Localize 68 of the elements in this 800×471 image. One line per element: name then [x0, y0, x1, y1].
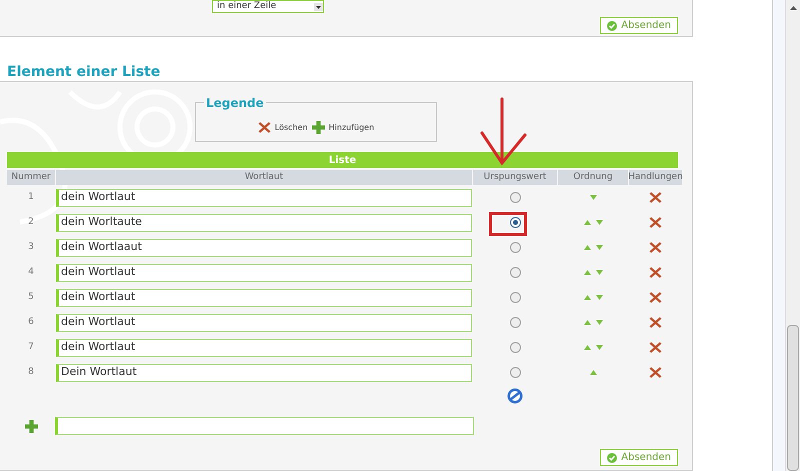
- dropdown-arrow-icon[interactable]: [314, 2, 323, 10]
- reset-icon[interactable]: [507, 388, 523, 404]
- row-number: 5: [27, 290, 35, 304]
- row-number: 1: [27, 190, 35, 204]
- delete-icon[interactable]: [649, 216, 662, 229]
- move-down-icon[interactable]: [596, 220, 602, 225]
- plus-icon: [312, 121, 325, 134]
- delete-icon[interactable]: [649, 366, 662, 379]
- row-number: 2: [27, 216, 35, 229]
- text-input[interactable]: dein Wortlaaut: [56, 238, 472, 256]
- check-circle-icon: [607, 20, 618, 30]
- default-radio[interactable]: [510, 267, 520, 278]
- delete-icon[interactable]: [649, 266, 662, 279]
- row-number: 7: [27, 340, 35, 354]
- scroll-thumb[interactable]: [787, 325, 799, 471]
- column-header: Nummer: [7, 170, 55, 185]
- text-input[interactable]: Dein Wortlaut: [56, 364, 472, 382]
- move-down-icon[interactable]: [596, 245, 602, 250]
- text-input[interactable]: dein Wortlaut: [56, 264, 472, 282]
- legend-delete-label: Löschen: [274, 122, 308, 134]
- default-radio[interactable]: [510, 342, 520, 353]
- table-title-bar: Liste: [7, 152, 678, 168]
- delete-icon: [258, 121, 271, 134]
- move-up-icon[interactable]: [584, 320, 590, 325]
- move-down-icon[interactable]: [596, 345, 602, 350]
- layout-select[interactable]: in einer Zeile: [212, 0, 324, 13]
- delete-icon[interactable]: [649, 341, 662, 354]
- text-input[interactable]: dein Wortlaut: [56, 314, 472, 332]
- default-radio[interactable]: [510, 367, 520, 378]
- move-up-icon[interactable]: [584, 345, 590, 350]
- text-input[interactable]: dein Wortlaut: [56, 188, 472, 206]
- default-radio[interactable]: [510, 192, 520, 203]
- scroll-up-arrow-icon[interactable]: [790, 6, 797, 10]
- add-icon[interactable]: [24, 420, 38, 432]
- column-header: Ordnung: [558, 170, 628, 185]
- move-down-icon[interactable]: [596, 320, 602, 325]
- row-number: 8: [27, 366, 35, 379]
- annotation-highlight-box: [489, 212, 527, 236]
- move-up-icon[interactable]: [584, 270, 590, 275]
- text-input[interactable]: dein Worltaute: [56, 214, 472, 232]
- column-header: Wortlaut: [56, 170, 472, 185]
- row-number: 3: [27, 240, 35, 254]
- move-up-icon[interactable]: [584, 220, 590, 225]
- move-down-icon[interactable]: [596, 270, 602, 275]
- move-down-icon[interactable]: [596, 295, 602, 300]
- row-number: 6: [27, 316, 35, 329]
- delete-icon[interactable]: [649, 316, 662, 329]
- new-item-input[interactable]: [55, 417, 474, 435]
- default-radio[interactable]: [510, 242, 520, 253]
- delete-icon[interactable]: [649, 291, 662, 304]
- delete-icon[interactable]: [649, 191, 662, 204]
- default-radio[interactable]: [510, 292, 520, 303]
- move-up-icon[interactable]: [584, 245, 590, 250]
- default-radio[interactable]: [510, 217, 520, 228]
- column-header: Handlungen: [629, 170, 682, 185]
- scrollbar[interactable]: [785, 0, 800, 471]
- move-up-icon[interactable]: [590, 370, 596, 375]
- delete-icon[interactable]: [649, 241, 662, 254]
- move-up-icon[interactable]: [584, 295, 590, 300]
- row-number: 4: [27, 266, 35, 279]
- legend-add-label: Hinzufügen: [328, 122, 374, 134]
- text-input[interactable]: dein Wortlaut: [56, 288, 472, 306]
- text-input[interactable]: dein Wortlaut: [56, 338, 472, 356]
- annotation-arrow-drawing: [479, 97, 529, 167]
- move-down-icon[interactable]: [590, 195, 596, 200]
- check-circle-icon: [607, 452, 618, 462]
- column-header: Urspungswert: [473, 170, 557, 185]
- default-radio[interactable]: [510, 317, 520, 328]
